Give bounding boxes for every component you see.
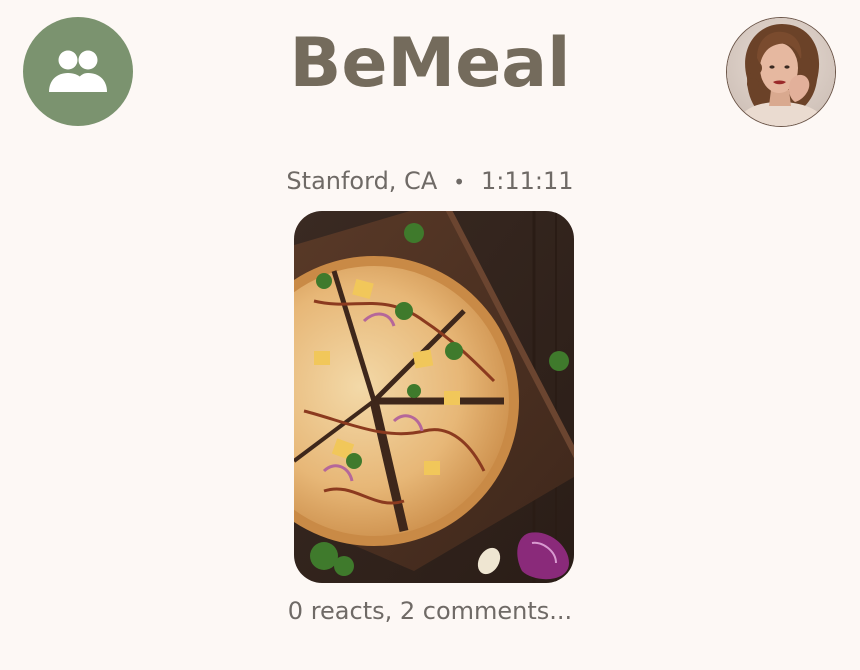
meta-separator: • xyxy=(453,170,466,194)
post-location: Stanford, CA xyxy=(286,167,438,195)
pizza-photo[interactable] xyxy=(294,211,574,583)
post-meta: Stanford, CA • 1:11:11 xyxy=(0,165,860,198)
post-time: 1:11:11 xyxy=(481,167,574,195)
profile-avatar[interactable] xyxy=(726,17,836,127)
post-reactions-comments[interactable]: 0 reacts, 2 comments... xyxy=(0,595,860,627)
